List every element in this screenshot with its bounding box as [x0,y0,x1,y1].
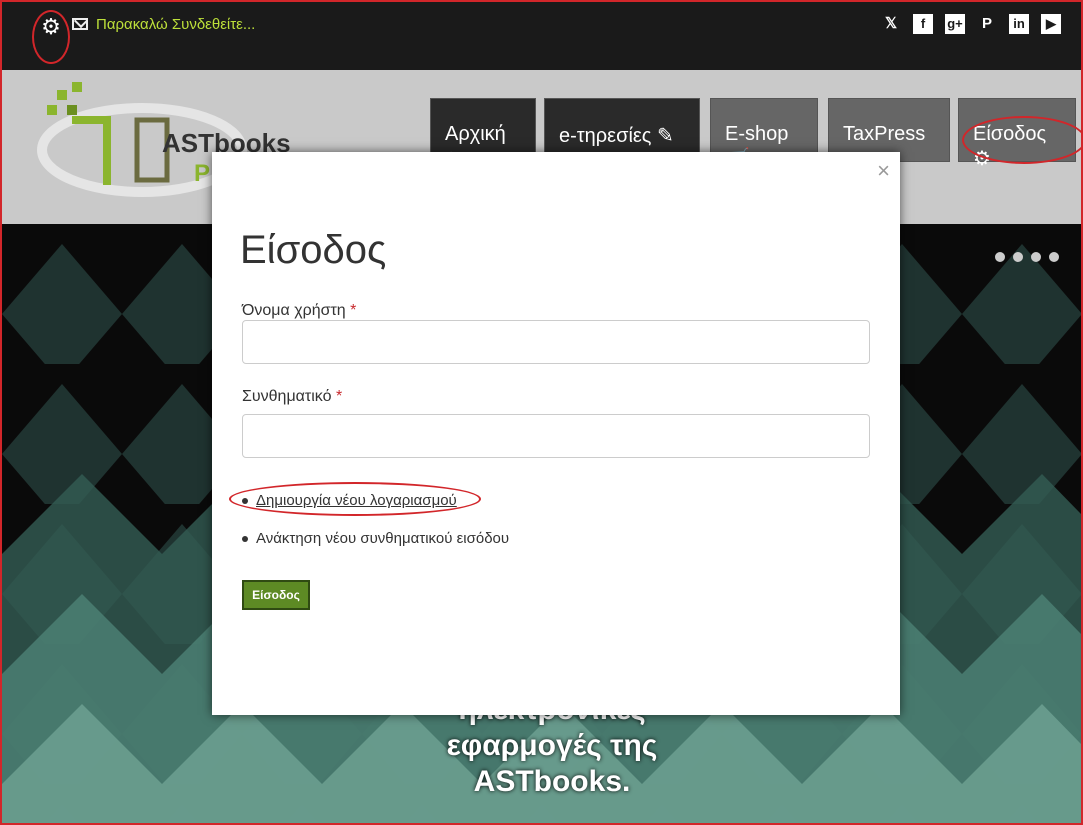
required-mark: * [335,388,343,405]
annotation-oval [32,10,70,64]
page-frame: ⚙ Παρακαλώ Συνδεθείτε... 𝕏 f g+ P in ▶ A… [0,0,1083,825]
nav-home-label: Αρχική [445,123,506,145]
recover-password-link[interactable]: Ανάκτηση νέου συνθηματικού εισόδου [242,530,509,547]
slider-dot[interactable] [995,252,1005,262]
linkedin-icon[interactable]: in [1009,14,1029,34]
googleplus-icon[interactable]: g+ [945,14,965,34]
annotation-oval [962,116,1081,164]
bullet [242,536,248,543]
facebook-icon[interactable]: f [913,14,933,34]
close-icon[interactable]: × [877,158,890,184]
annotation-oval [229,482,481,516]
password-label-text: Συνθηματικό [242,388,332,405]
password-input[interactable] [242,414,870,458]
slider-dot[interactable] [1013,252,1023,262]
password-label: Συνθηματικό * [242,388,342,406]
username-label: Όνομα χρήστη * [242,302,356,320]
recover-password-text: Ανάκτηση νέου συνθηματικού εισόδου [256,530,510,547]
username-label-text: Όνομα χρήστη [242,302,346,319]
login-modal: × Είσοδος Όνομα χρήστη * Συνθηματικό * Δ… [212,152,900,715]
nav-eshop-label: E-shop [725,123,789,145]
nav-eservices-label: e-τηρεσίες [559,125,652,147]
mail-icon [72,18,88,30]
nav-taxpress-label: TaxPress [843,123,926,145]
pinterest-icon[interactable]: P [977,14,997,34]
required-mark: * [350,302,357,319]
hero-line: ASTbooks. [473,765,631,798]
youtube-icon[interactable]: ▶ [1041,14,1061,34]
top-bar: ⚙ Παρακαλώ Συνδεθείτε... 𝕏 f g+ P in ▶ [2,2,1081,70]
twitter-icon[interactable]: 𝕏 [881,14,901,34]
modal-title: Είσοδος [240,228,387,272]
slider-dots[interactable] [995,252,1059,262]
login-prompt[interactable]: Παρακαλώ Συνδεθείτε... [96,16,255,33]
login-submit-button[interactable]: Είσοδος [242,580,310,610]
hero-line: εφαρμογές της [446,729,658,762]
social-links: 𝕏 f g+ P in ▶ [881,14,1061,34]
brand-letter: P [194,160,211,187]
username-input[interactable] [242,320,870,364]
slider-dot[interactable] [1031,252,1041,262]
slider-dot[interactable] [1049,252,1059,262]
